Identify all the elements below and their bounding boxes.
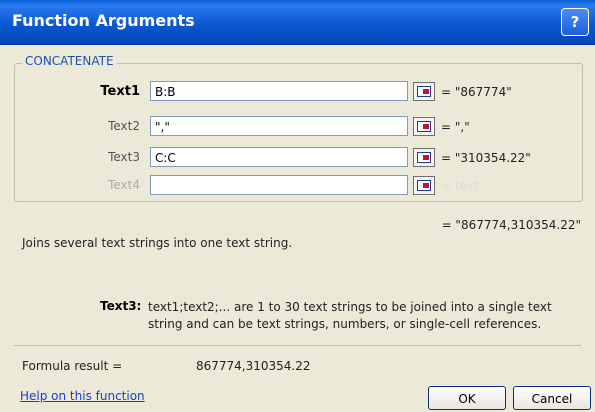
collapse-dialog-icon[interactable] (413, 176, 435, 195)
arg-result-text3: = "310354.22" (441, 151, 531, 165)
cancel-button[interactable]: Cancel (513, 386, 591, 410)
arg-result-text4: = text (441, 179, 479, 193)
arg-help-text: text1;text2;... are 1 to 30 text strings… (148, 300, 552, 331)
arg-label-text3: Text3 (108, 150, 140, 164)
arg-help-name: Text3: (100, 299, 142, 313)
help-icon[interactable]: ? (561, 8, 589, 36)
arg-result-text2: = "," (441, 120, 470, 134)
dialog-title: Function Arguments (12, 11, 195, 30)
arg-result-text1: = "867774" (441, 85, 512, 99)
collapse-dialog-icon[interactable] (413, 148, 435, 167)
arg-input-text4[interactable] (150, 175, 408, 195)
function-description: Joins several text strings into one text… (22, 236, 293, 250)
overall-result: = "867774,310354.22" (441, 218, 581, 232)
title-bar[interactable]: Function Arguments ? (0, 0, 595, 45)
ok-button[interactable]: OK (428, 386, 506, 410)
arg-input-text2[interactable]: "," (150, 116, 408, 136)
formula-result-label: Formula result = (22, 359, 123, 373)
arg-input-text3[interactable]: C:C (150, 147, 408, 167)
function-name-label: CONCATENATE (22, 54, 117, 68)
collapse-dialog-icon[interactable] (413, 117, 435, 136)
arg-label-text2: Text2 (108, 119, 140, 133)
collapse-dialog-icon[interactable] (413, 82, 435, 101)
arg-label-text4: Text4 (108, 178, 140, 192)
arg-label-text1: Text1 (100, 84, 140, 99)
function-arguments-dialog: Function Arguments ? CONCATENATE Text1 B… (0, 0, 595, 412)
divider (14, 345, 581, 346)
arg-input-text1[interactable]: B:B (150, 81, 408, 101)
help-link[interactable]: Help on this function (20, 389, 145, 403)
formula-result-value: 867774,310354.22 (196, 359, 311, 373)
